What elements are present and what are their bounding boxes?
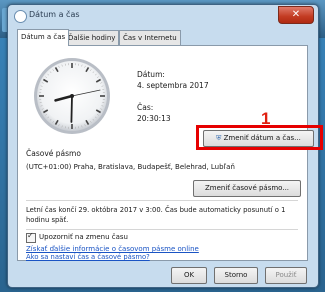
timezone-heading: Časové pásmo xyxy=(26,149,81,158)
close-icon: ✕ xyxy=(291,9,301,20)
time-value: 20:30:13 xyxy=(137,114,171,123)
notify-checkbox-label: Upozorniť na zmenu času xyxy=(39,233,128,241)
tab-additional-clocks[interactable]: Ďalšie hodiny xyxy=(64,30,120,45)
dst-notice-line2: hodinu späť. xyxy=(26,216,69,224)
timezone-info-link[interactable]: Získať ďalšie informácie o časovom pásme… xyxy=(26,245,199,253)
how-to-set-link[interactable]: Ako sa nastaví čas a časové pásmo? xyxy=(26,253,150,261)
window-title: Dátum a čas xyxy=(29,10,80,19)
title-bar[interactable]: Dátum a čas ✕ xyxy=(8,5,318,27)
change-date-time-button[interactable]: ⛨ Zmeniť dátum a čas... xyxy=(203,130,314,147)
divider xyxy=(26,200,298,201)
time-label: Čas: xyxy=(137,103,154,112)
timezone-value: (UTC+01:00) Praha, Bratislava, Budapešť,… xyxy=(26,163,235,171)
cancel-button[interactable]: Storno xyxy=(214,267,258,284)
close-button[interactable]: ✕ xyxy=(278,6,314,24)
checkmark-icon: ✓ xyxy=(27,231,34,240)
apply-button[interactable]: Použiť xyxy=(265,267,307,284)
date-label: Dátum: xyxy=(137,70,165,79)
minute-hand xyxy=(70,95,73,123)
date-value: 4. septembra 2017 xyxy=(137,81,209,90)
ok-button[interactable]: OK xyxy=(171,267,207,284)
notify-checkbox[interactable]: ✓ xyxy=(26,231,36,243)
tab-date-time[interactable]: Dátum a čas xyxy=(17,29,70,46)
divider xyxy=(26,229,298,230)
clock-icon xyxy=(14,10,27,23)
tab-panel: Dátum: 4. septembra 2017 Čas: 20:30:13 1… xyxy=(17,45,323,261)
dst-notice-line1: Letní čas končí 29. októbra 2017 v 3:00.… xyxy=(26,206,286,214)
shield-icon: ⛨ xyxy=(216,134,222,142)
analog-clock xyxy=(34,58,110,134)
clock-center xyxy=(70,94,74,98)
date-time-dialog: Dátum a čas ✕ Dátum a čas Ďalšie hodiny … xyxy=(7,4,323,288)
change-date-time-label: Zmeniť dátum a čas... xyxy=(223,134,301,142)
tab-internet-time[interactable]: Čas v Internetu xyxy=(119,30,181,45)
change-timezone-button[interactable]: Zmeniť časové pásmo... xyxy=(193,180,301,197)
